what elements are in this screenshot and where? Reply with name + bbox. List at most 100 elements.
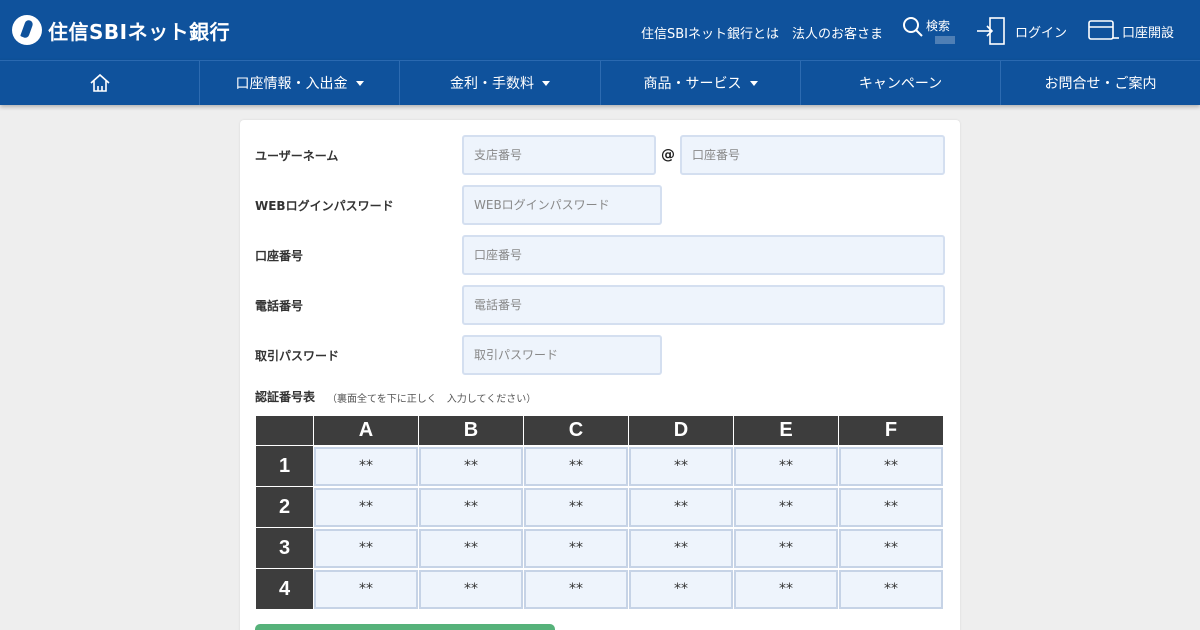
trade-password-label: 取引パスワード — [255, 349, 340, 363]
auth-cell — [838, 445, 944, 487]
auth-cell — [733, 486, 839, 528]
nav-home[interactable] — [0, 61, 200, 105]
login-door-icon — [977, 17, 1005, 45]
main-nav: 口座情報・入出金 金利・手数料 商品・サービス キャンペーン お問合せ・ご案内 — [0, 60, 1200, 105]
auth-cell — [733, 445, 839, 487]
logo-text: 住信SBIネット銀行 — [48, 19, 231, 44]
auth-cell-input-a4[interactable] — [314, 569, 418, 609]
search-indicator — [935, 36, 955, 44]
auth-cell-input-f4[interactable] — [839, 569, 943, 609]
auth-cell-input-a1[interactable] — [314, 446, 418, 486]
corporate-link[interactable]: 法人のお客さま — [792, 23, 883, 42]
home-icon — [89, 73, 110, 92]
auth-cell-input-b3[interactable] — [419, 528, 523, 568]
auth-cell-input-f1[interactable] — [839, 446, 943, 486]
column-header: B — [418, 415, 524, 446]
row-header: 3 — [255, 527, 314, 569]
auth-cell — [838, 486, 944, 528]
search-button[interactable]: 検索 — [900, 14, 956, 46]
nav-contact[interactable]: お問合せ・ご案内 — [1001, 61, 1200, 105]
phone-input[interactable] — [462, 285, 945, 325]
login-label: ログイン — [1015, 26, 1068, 41]
nav-campaign-label: キャンペーン — [858, 76, 943, 92]
auth-cell — [523, 486, 629, 528]
nav-products[interactable]: 商品・サービス — [601, 61, 801, 105]
column-header: A — [313, 415, 419, 446]
about-link[interactable]: 住信SBIネット銀行とは — [641, 23, 779, 42]
account-number-input[interactable] — [462, 235, 945, 275]
auth-cell — [418, 445, 524, 487]
auth-cell-input-e3[interactable] — [734, 528, 838, 568]
caret-down-icon — [749, 80, 758, 86]
auth-cell-input-c2[interactable] — [524, 487, 628, 527]
caret-down-icon — [355, 80, 364, 86]
row-header: 4 — [255, 568, 314, 610]
auth-cell-input-a2[interactable] — [314, 487, 418, 527]
account-number-label: 口座番号 — [255, 249, 304, 263]
auth-cell-input-e4[interactable] — [734, 569, 838, 609]
auth-cell — [313, 527, 419, 569]
auth-cell-input-f2[interactable] — [839, 487, 943, 527]
username-account-input[interactable] — [680, 135, 945, 175]
auth-cell-input-c4[interactable] — [524, 569, 628, 609]
card-icon — [1088, 20, 1119, 40]
auth-table-body: 1234 — [255, 445, 944, 610]
auth-cell-input-a3[interactable] — [314, 528, 418, 568]
auth-cell — [313, 568, 419, 610]
auth-cell — [418, 486, 524, 528]
auth-cell — [838, 527, 944, 569]
web-password-input[interactable] — [462, 185, 662, 225]
nav-products-label: 商品・サービス — [643, 76, 742, 92]
trade-password-input[interactable] — [462, 335, 662, 375]
nav-account-info[interactable]: 口座情報・入出金 — [200, 61, 400, 105]
auth-cell-input-d4[interactable] — [629, 569, 733, 609]
auth-cell-input-b4[interactable] — [419, 569, 523, 609]
auth-cell — [733, 527, 839, 569]
column-header: E — [733, 415, 839, 446]
auth-table-label: 認証番号表 — [255, 390, 316, 404]
table-row: 2 — [255, 486, 944, 528]
auth-cell — [733, 568, 839, 610]
auth-cell-input-f3[interactable] — [839, 528, 943, 568]
branch-number-input[interactable] — [462, 135, 656, 175]
auth-cell — [628, 445, 734, 487]
row-header: 2 — [255, 486, 314, 528]
auth-cell — [418, 568, 524, 610]
table-row: 1 — [255, 445, 944, 487]
auth-cell-input-c1[interactable] — [524, 446, 628, 486]
column-header: C — [523, 415, 629, 446]
auth-cell-input-b1[interactable] — [419, 446, 523, 486]
username-label: ユーザーネーム — [255, 149, 339, 163]
auth-cell — [838, 568, 944, 610]
bank-logo[interactable]: 住信SBIネット銀行 — [12, 15, 230, 45]
auth-cell — [523, 568, 629, 610]
auth-cell-input-d2[interactable] — [629, 487, 733, 527]
nav-rates-fees-label: 金利・手数料 — [450, 76, 534, 92]
search-label: 検索 — [926, 19, 951, 33]
at-symbol: @ — [661, 147, 675, 163]
open-account-label: 口座開設 — [1122, 26, 1175, 41]
auth-cell — [523, 527, 629, 569]
auth-number-table: A B C D E F 1234 — [255, 415, 944, 610]
nav-rates-fees[interactable]: 金利・手数料 — [400, 61, 601, 105]
auth-cell-input-b2[interactable] — [419, 487, 523, 527]
nav-contact-label: お問合せ・ご案内 — [1044, 76, 1157, 92]
auth-table-hint: （裏面全てを下に正しく 入力してください） — [327, 394, 537, 405]
submit-button[interactable] — [255, 624, 555, 630]
search-icon — [903, 17, 923, 37]
auth-cell — [523, 445, 629, 487]
auth-cell — [313, 486, 419, 528]
auth-cell — [628, 568, 734, 610]
auth-cell-input-e2[interactable] — [734, 487, 838, 527]
table-row: 4 — [255, 568, 944, 610]
logo-mark-icon — [12, 15, 42, 45]
auth-cell — [628, 486, 734, 528]
column-header: F — [838, 415, 944, 446]
auth-cell-input-e1[interactable] — [734, 446, 838, 486]
nav-campaign[interactable]: キャンペーン — [801, 61, 1001, 105]
top-header: 住信SBIネット銀行 住信SBIネット銀行とは 法人のお客さま 検索 ログイン … — [0, 0, 1200, 60]
auth-cell-input-d3[interactable] — [629, 528, 733, 568]
auth-cell-input-c3[interactable] — [524, 528, 628, 568]
auth-cell — [418, 527, 524, 569]
auth-cell-input-d1[interactable] — [629, 446, 733, 486]
